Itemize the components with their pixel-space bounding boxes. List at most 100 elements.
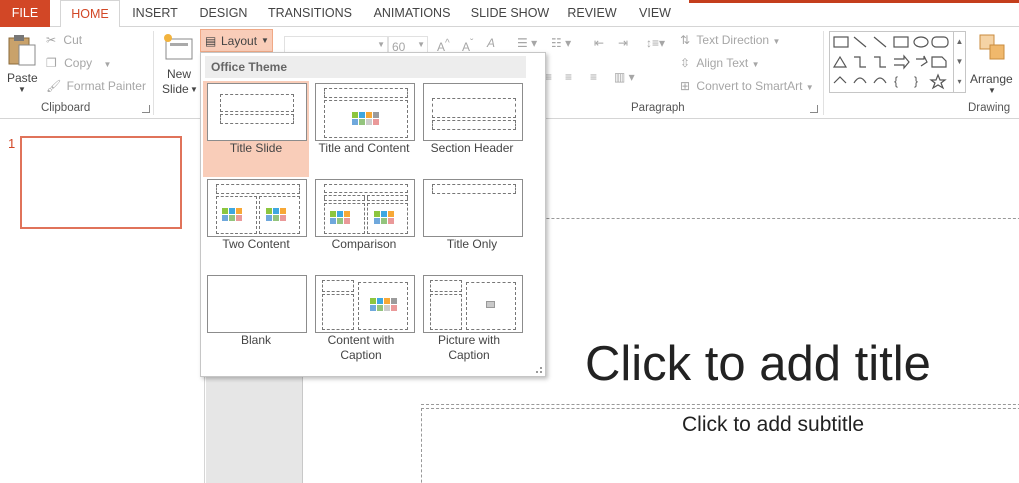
columns-icon[interactable]: ▥ ▾: [614, 70, 635, 84]
copy-label: Copy: [64, 56, 93, 70]
layout-thumbnail: [315, 179, 415, 237]
convert-smartart-label: Convert to SmartArt: [696, 79, 803, 93]
chevron-down-icon: ▼: [417, 40, 425, 49]
arrange-label: Arrange: [970, 72, 1013, 86]
layout-label: Title Slide: [229, 141, 283, 155]
title-placeholder-text: Click to add title: [585, 337, 931, 391]
layout-label: Blank: [240, 333, 272, 347]
copy-button[interactable]: ❐ Copy ▼: [46, 56, 111, 70]
smartart-icon: ⊞: [680, 79, 691, 93]
slide-thumbnail[interactable]: [20, 136, 182, 229]
bullets-icon[interactable]: ☰ ▾: [517, 36, 537, 50]
arrange-button[interactable]: Arrange ▼: [970, 31, 1016, 99]
cut-label: Cut: [63, 33, 83, 47]
layout-two-content[interactable]: Two Content: [203, 177, 309, 273]
tab-animations[interactable]: ANIMATIONS: [368, 0, 456, 27]
tab-transitions[interactable]: TRANSITIONS: [266, 0, 354, 27]
subtitle-placeholder-text: Click to add subtitle: [682, 413, 865, 436]
layout-content-with-caption[interactable]: Content with Caption: [311, 273, 417, 369]
text-direction-button[interactable]: ⇅ Text Direction ▼: [680, 33, 780, 47]
new-slide-label-2: Slide: [162, 82, 189, 96]
align-text-label: Align Text: [696, 56, 749, 70]
clipboard-group-label: Clipboard: [41, 102, 91, 114]
align-center-icon[interactable]: ≡: [545, 70, 552, 84]
format-painter-label: Format Painter: [66, 79, 146, 93]
chevron-down-icon: ▼: [18, 85, 26, 94]
arrange-icon: [979, 34, 1005, 60]
format-painter-button[interactable]: 🖌 Format Painter: [46, 79, 146, 93]
clear-formatting-icon[interactable]: A: [487, 36, 495, 50]
paste-icon: [8, 35, 36, 66]
layout-comparison[interactable]: Comparison: [311, 177, 417, 273]
layout-title-slide[interactable]: Title Slide: [203, 81, 309, 177]
decrease-indent-icon[interactable]: ⇤: [594, 36, 604, 50]
layout-thumbnail: [423, 275, 523, 333]
line-spacing-icon[interactable]: ↕≡▾: [646, 36, 665, 50]
layout-thumbnail: [207, 275, 307, 333]
layout-label: Comparison: [331, 237, 397, 251]
justify-icon[interactable]: ≡: [590, 70, 597, 84]
chevron-down-icon: ▼: [988, 86, 996, 95]
layout-thumbnail: [207, 83, 307, 141]
chevron-down-icon: ▼: [190, 85, 198, 94]
layout-button[interactable]: ▤ Layout ▼: [200, 29, 273, 52]
layout-label: Two Content: [222, 237, 290, 251]
increase-indent-icon[interactable]: ⇥: [618, 36, 628, 50]
picture-icon: [486, 301, 495, 308]
svg-text:}: }: [914, 74, 918, 88]
gallery-scroll[interactable]: ▲ ▼ ▾: [953, 32, 965, 92]
layout-label: Content with Caption: [327, 333, 395, 362]
layout-thumbnail: [423, 179, 523, 237]
new-slide-label-1: New: [167, 67, 192, 81]
numbering-icon[interactable]: ☷ ▾: [551, 36, 571, 50]
chevron-down-icon: ▼: [261, 36, 269, 45]
tab-home[interactable]: HOME: [60, 0, 120, 28]
align-text-icon: ⇳: [680, 56, 691, 70]
tab-view[interactable]: VIEW: [634, 0, 676, 27]
content-icons: [370, 298, 398, 311]
slide-thumbnail-pane: 1: [0, 119, 205, 483]
resize-grip-icon[interactable]: [536, 367, 542, 373]
group-separator: [153, 31, 154, 115]
text-direction-icon: ⇅: [680, 33, 691, 47]
layout-section-header[interactable]: Section Header: [419, 81, 525, 177]
layout-title-and-content[interactable]: Title and Content: [311, 81, 417, 177]
paragraph-group-label: Paragraph: [631, 102, 685, 114]
clipboard-launcher[interactable]: [142, 105, 150, 113]
layout-thumbnail: [207, 179, 307, 237]
layout-blank[interactable]: Blank: [203, 273, 309, 369]
paste-label: Paste: [7, 71, 38, 85]
new-slide-icon: [164, 34, 193, 60]
paste-button[interactable]: Paste ▼: [4, 31, 38, 97]
layout-label: Section Header: [430, 141, 514, 155]
ribbon-tab-bar: FILE HOME INSERT DESIGN TRANSITIONS ANIM…: [0, 0, 1019, 28]
content-icons: [374, 211, 402, 224]
chevron-down-icon: ▼: [805, 83, 814, 92]
layout-title-only[interactable]: Title Only: [419, 177, 525, 273]
text-direction-label: Text Direction: [696, 33, 770, 47]
paragraph-launcher[interactable]: [810, 105, 818, 113]
tab-insert[interactable]: INSERT: [130, 0, 180, 27]
layout-thumbnail: [315, 275, 415, 333]
tab-slide-show[interactable]: SLIDE SHOW: [470, 0, 550, 27]
convert-smartart-button[interactable]: ⊞ Convert to SmartArt ▼: [680, 79, 814, 93]
layout-label: Picture with Caption: [437, 333, 501, 362]
content-icons: [222, 208, 250, 221]
chevron-down-icon: ▼: [377, 40, 385, 49]
new-slide-button[interactable]: New Slide ▼: [160, 31, 198, 99]
layout-label: Layout: [221, 34, 258, 48]
tab-review[interactable]: REVIEW: [566, 0, 618, 27]
align-text-button[interactable]: ⇳ Align Text ▼: [680, 56, 759, 70]
drawing-group-label: Drawing: [968, 102, 1011, 114]
layout-thumbnail: [315, 83, 415, 141]
copy-icon: ❐: [46, 56, 57, 70]
layout-picture-with-caption[interactable]: Picture with Caption: [419, 273, 525, 369]
content-icons: [352, 112, 380, 125]
layout-label: Title and Content: [318, 141, 410, 155]
tab-file[interactable]: FILE: [0, 0, 50, 27]
align-right-icon[interactable]: ≡: [565, 70, 572, 84]
cut-button[interactable]: ✂ Cut: [46, 33, 82, 47]
shapes-gallery[interactable]: { } ▲ ▼ ▾: [829, 31, 966, 93]
tab-design[interactable]: DESIGN: [196, 0, 251, 27]
slide-number: 1: [8, 136, 16, 151]
